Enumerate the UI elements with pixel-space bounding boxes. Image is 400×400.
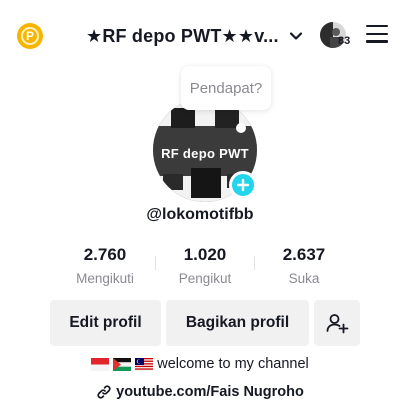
username: @lokomotifbb (146, 206, 254, 223)
stat-followers-label: Pengikut (178, 271, 232, 286)
account-title: ★RF depo PWT★★v... (86, 25, 278, 46)
stat-likes-value: 2.637 (282, 245, 326, 264)
add-story-button[interactable] (229, 171, 257, 199)
bio: welcome to my channel (0, 356, 400, 372)
profile-image-text: RF depo PWT (161, 146, 249, 161)
stat-likes-label: Suka (288, 271, 320, 286)
edit-profile-label: Edit profil (69, 314, 142, 331)
bio-link-text: youtube.com/Fais Nugroho (116, 384, 304, 400)
stat-following-label: Mengikuti (76, 271, 134, 286)
stat-likes[interactable]: 2.637 Suka (254, 245, 354, 286)
malaysia-flag (135, 357, 154, 371)
thought-bubble[interactable]: Pendapat? (181, 66, 271, 110)
menu-icon[interactable] (366, 25, 388, 45)
edit-profile-button[interactable]: Edit profil (50, 300, 161, 346)
stat-followers[interactable]: 1.020 Pengikut (155, 245, 255, 286)
bio-link[interactable]: youtube.com/Fais Nugroho (0, 384, 400, 400)
palestine-flag (113, 357, 132, 371)
profile-screen: P ★RF depo PWT★★v... 83 Pendapat? RF dep… (0, 0, 400, 400)
share-profile-button[interactable]: Bagikan profil (166, 300, 309, 346)
stat-following[interactable]: 2.760 Mengikuti (55, 245, 155, 286)
stat-following-value: 2.760 (83, 245, 127, 264)
notification-count: 83 (338, 35, 351, 47)
link-icon (97, 385, 111, 399)
add-friend-button[interactable] (314, 300, 360, 346)
plus-icon (236, 178, 250, 192)
bio-text: welcome to my channel (157, 356, 309, 372)
indonesia-flag (91, 357, 110, 371)
add-friend-icon (326, 314, 349, 334)
stat-followers-value: 1.020 (183, 245, 227, 264)
account-switcher[interactable]: ★RF depo PWT★★v... (86, 24, 304, 48)
coin-letter: P (21, 27, 39, 45)
thought-bubble-text: Pendapat? (189, 79, 263, 97)
share-profile-label: Bagikan profil (185, 314, 290, 331)
chevron-down-icon (289, 32, 303, 40)
coin-icon[interactable]: P (17, 23, 43, 49)
